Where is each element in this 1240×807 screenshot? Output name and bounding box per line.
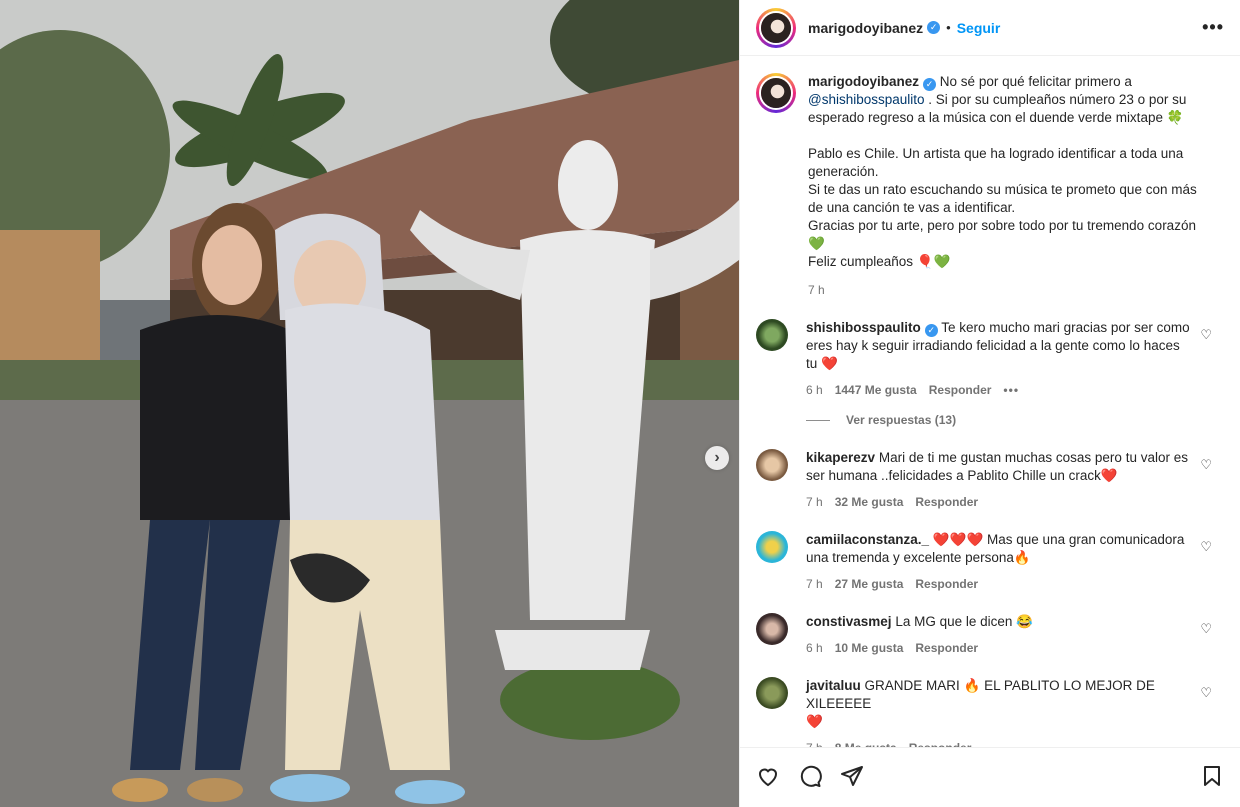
separator-dot: • bbox=[946, 20, 951, 35]
comment-text: La MG que le dicen bbox=[895, 614, 1013, 629]
like-comment-icon[interactable]: ♡ bbox=[1200, 457, 1212, 473]
post-actions-bar bbox=[740, 747, 1240, 807]
commenter-avatar[interactable] bbox=[756, 677, 788, 709]
balloon-heart-emoji: 🎈💚 bbox=[916, 254, 951, 269]
caption-para-5: Feliz cumpleaños bbox=[808, 254, 914, 269]
red-heart-emoji: ❤️ bbox=[1100, 468, 1118, 483]
comments-list[interactable]: marigodoyibanez ✓ No sé por qué felicitar… bbox=[740, 57, 1240, 747]
reply-button[interactable]: Responder bbox=[915, 575, 978, 593]
more-options-icon[interactable]: ••• bbox=[1202, 17, 1224, 38]
fire-emoji: 🔥 bbox=[963, 678, 981, 693]
next-photo-button[interactable]: › bbox=[705, 446, 729, 470]
comment-likes[interactable]: 8 Me gusta bbox=[835, 739, 897, 747]
commenter-username[interactable]: constivasmej bbox=[806, 614, 892, 629]
author-avatar[interactable] bbox=[756, 7, 796, 48]
like-comment-icon[interactable]: ♡ bbox=[1200, 539, 1212, 555]
laughing-emoji: 😂 bbox=[1016, 614, 1033, 629]
like-comment-icon[interactable]: ♡ bbox=[1200, 685, 1212, 701]
comment-time[interactable]: 7 h bbox=[806, 739, 823, 747]
post-header: marigodoyibanez ✓ • Seguir ••• bbox=[740, 0, 1240, 56]
caption-text-1: No sé por qué felicitar primero a bbox=[939, 74, 1132, 89]
fire-emoji: 🔥 bbox=[1013, 550, 1031, 565]
comment-likes[interactable]: 32 Me gusta bbox=[835, 493, 904, 511]
chevron-right-icon: › bbox=[714, 449, 720, 466]
comment-item: javitaluu GRANDE MARI 🔥 EL PABLITO LO ME… bbox=[756, 677, 1224, 747]
commenter-avatar[interactable] bbox=[756, 531, 788, 563]
view-replies-label: Ver respuestas (13) bbox=[846, 413, 957, 427]
caption-para-4: Gracias por tu arte, pero por sobre todo… bbox=[808, 218, 1196, 233]
reply-button[interactable]: Responder bbox=[915, 493, 978, 511]
comment-likes[interactable]: 10 Me gusta bbox=[835, 639, 904, 657]
bookmark-icon[interactable] bbox=[1200, 764, 1224, 792]
verified-badge-icon: ✓ bbox=[923, 77, 937, 91]
reply-button[interactable]: Responder bbox=[915, 639, 978, 657]
red-heart-emoji: ❤️ bbox=[806, 714, 823, 729]
comment-item: shishibosspaulito ✓ Te kero mucho mari gr… bbox=[756, 319, 1224, 399]
follow-button[interactable]: Seguir bbox=[957, 20, 1001, 36]
replies-divider bbox=[806, 419, 830, 421]
verified-badge-icon: ✓ bbox=[924, 323, 938, 337]
caption-username[interactable]: marigodoyibanez bbox=[808, 74, 919, 89]
comment-likes[interactable]: 1447 Me gusta bbox=[835, 381, 917, 399]
comment-bubble-icon[interactable] bbox=[798, 764, 822, 792]
commenter-avatar[interactable] bbox=[756, 613, 788, 645]
comment-text: GRANDE MARI bbox=[864, 678, 960, 693]
clover-emoji: 🍀 bbox=[1166, 110, 1184, 125]
reply-button[interactable]: Responder bbox=[929, 381, 992, 399]
verified-badge-icon: ✓ bbox=[927, 21, 941, 34]
like-comment-icon[interactable]: ♡ bbox=[1200, 621, 1212, 637]
commenter-avatar[interactable] bbox=[756, 319, 788, 351]
hearts-emoji: ❤️❤️❤️ bbox=[932, 532, 984, 547]
post-photo[interactable]: › bbox=[0, 0, 739, 807]
comment-item: kikaperezv Mari de ti me gustan muchas c… bbox=[756, 449, 1224, 511]
like-comment-icon[interactable]: ♡ bbox=[1200, 327, 1212, 343]
caption-mention[interactable]: @shishibosspaulito bbox=[808, 92, 925, 107]
view-replies-button[interactable]: Ver respuestas (13) bbox=[806, 413, 1224, 427]
comment-likes[interactable]: 27 Me gusta bbox=[835, 575, 904, 593]
reply-button[interactable]: Responder bbox=[909, 739, 972, 747]
commenter-username[interactable]: javitaluu bbox=[806, 678, 861, 693]
caption: marigodoyibanez ✓ No sé por qué felicitar… bbox=[756, 73, 1224, 299]
caption-body: marigodoyibanez ✓ No sé por qué felicitar… bbox=[808, 73, 1224, 299]
comment-item: camiilaconstanza._ ❤️❤️❤️ Mas que una gr… bbox=[756, 531, 1224, 593]
commenter-username[interactable]: shishibosspaulito bbox=[806, 320, 921, 335]
comment-time[interactable]: 6 h bbox=[806, 639, 823, 657]
comment-item: constivasmej La MG que le dicen 😂 6 h 10… bbox=[756, 613, 1224, 657]
green-heart-emoji: 💚 bbox=[808, 236, 825, 251]
caption-time[interactable]: 7 h bbox=[808, 281, 825, 299]
commenter-username[interactable]: camiilaconstanza._ bbox=[806, 532, 929, 547]
share-paper-plane-icon[interactable] bbox=[840, 764, 864, 792]
comment-time[interactable]: 7 h bbox=[806, 493, 823, 511]
post-side-panel: marigodoyibanez ✓ • Seguir ••• marigodoy… bbox=[739, 0, 1240, 807]
author-username[interactable]: marigodoyibanez bbox=[808, 20, 923, 36]
commenter-username[interactable]: kikaperezv bbox=[806, 450, 875, 465]
caption-para-3: Si te das un rato escuchando su música t… bbox=[808, 182, 1197, 215]
comment-time[interactable]: 6 h bbox=[806, 381, 823, 399]
caption-avatar[interactable] bbox=[756, 73, 796, 113]
comment-time[interactable]: 7 h bbox=[806, 575, 823, 593]
comment-more-icon[interactable]: ••• bbox=[1003, 381, 1019, 399]
commenter-avatar[interactable] bbox=[756, 449, 788, 481]
caption-para-2: Pablo es Chile. Un artista que ha lograd… bbox=[808, 146, 1184, 179]
like-heart-icon[interactable] bbox=[756, 764, 780, 792]
red-heart-emoji: ❤️ bbox=[821, 356, 838, 371]
photo-illustration bbox=[0, 0, 739, 807]
